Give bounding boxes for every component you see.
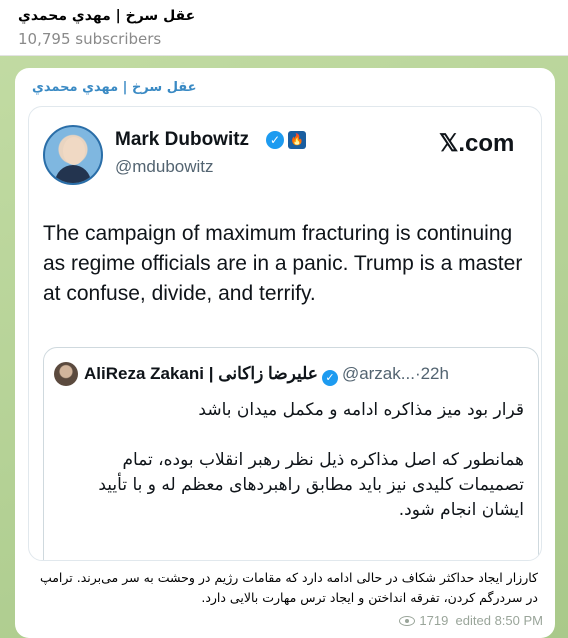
quoted-author-name[interactable]: AliReza Zakani | علیرضا زاکانی [84,364,318,383]
view-count: 1719 [419,613,449,628]
tweet-text: The campaign of maximum fracturing is co… [43,222,523,305]
quoted-paragraph: همانطور که اصل مذاکره ذیل نظر رهبر انقلا… [98,450,524,520]
tweet-author-name[interactable]: Mark Dubowitz [115,129,249,151]
forwarded-channel-name[interactable]: عقل سرخ | مهدي محمدي [32,80,197,95]
edited-timestamp: edited 8:50 PM [455,613,543,628]
tweet-embed[interactable]: Mark Dubowitz ✓ 🔥 @mdubowitz 𝕏.com The c… [28,106,542,561]
message-caption: کارزار ایجاد حداکثر شکاف در حالی ادامه د… [39,570,538,605]
quoted-tweet[interactable]: AliReza Zakani | علیرضا زاکانی ✓ @arzak...… [43,347,539,560]
quoted-author-avatar[interactable] [54,362,78,386]
channel-title[interactable]: عقل سرخ | مهدي محمدي [18,6,568,26]
quoted-author-handle[interactable]: @arzak... [342,364,415,383]
organization-badge-icon: 🔥 [288,131,306,149]
verified-badge-icon: ✓ [266,131,284,149]
eye-icon [399,616,416,626]
x-logo[interactable]: 𝕏.com [439,129,514,158]
verified-badge-icon: ✓ [321,370,338,386]
quoted-tweet-header: AliReza Zakani | علیرضا زاکانی ✓ @arzak...… [84,362,534,386]
quoted-tweet-time: ·22h [414,364,449,383]
tweet-author-handle[interactable]: @mdubowitz [115,157,214,177]
message-bubble[interactable]: عقل سرخ | مهدي محمدي Mark Dubowitz ✓ 🔥 @… [15,68,555,638]
message-meta: 1719 edited 8:50 PM [399,613,543,628]
quoted-paragraph: قرار بود میز مذاکره ادامه و مکمل میدان ب… [198,400,524,420]
quoted-tweet-text: قرار بود میز مذاکره ادامه و مکمل میدان ب… [54,398,524,548]
channel-header[interactable]: عقل سرخ | مهدي محمدي 10,795 subscribers [0,0,568,56]
subscriber-count: 10,795 subscribers [18,30,162,48]
author-avatar[interactable] [43,125,103,185]
